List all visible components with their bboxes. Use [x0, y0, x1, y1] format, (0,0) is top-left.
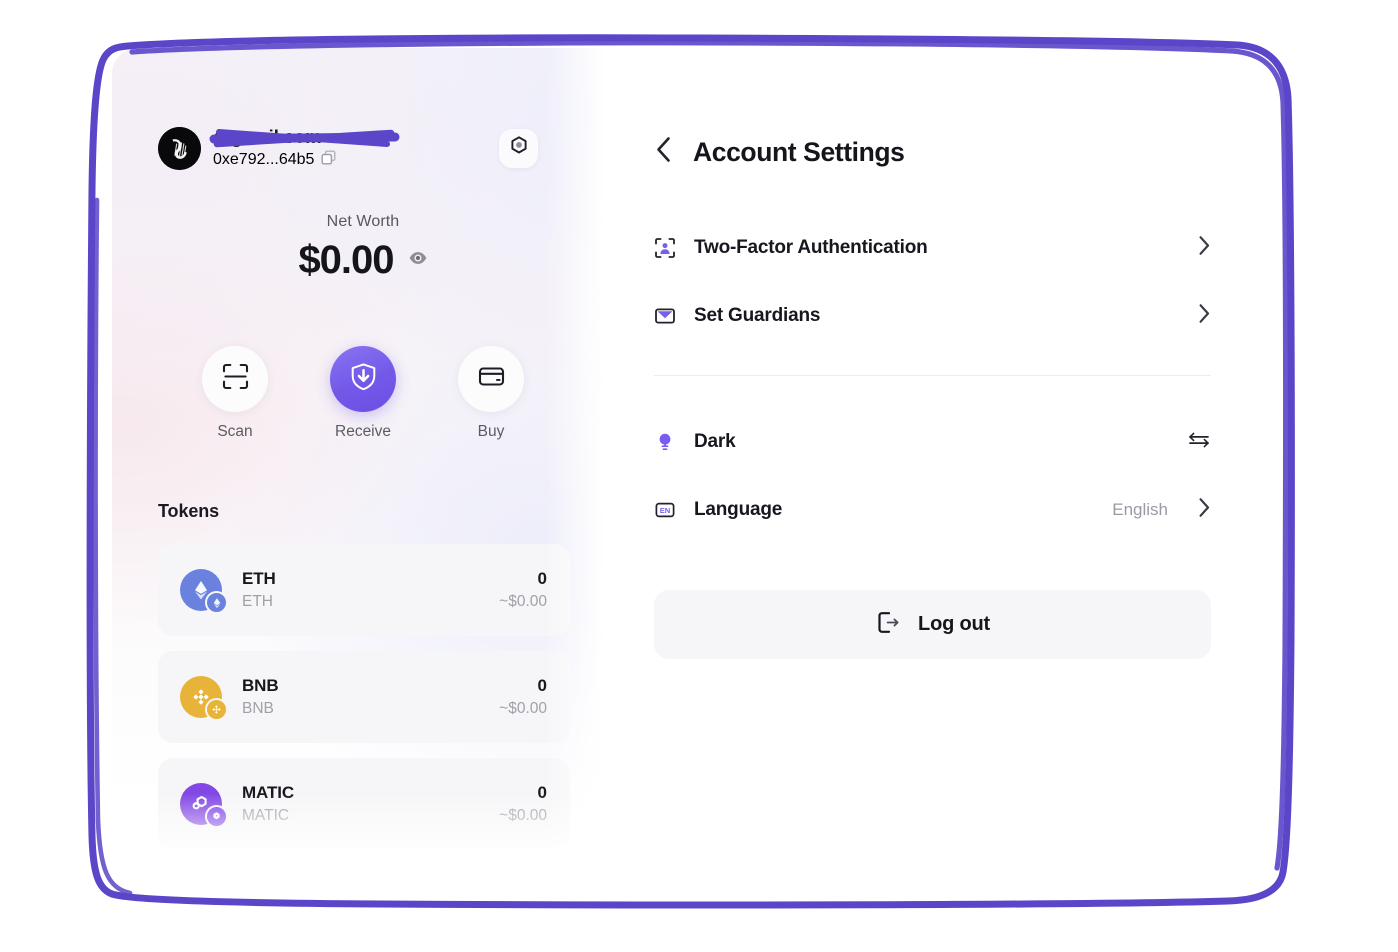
settings-row-label: Two-Factor Authentication [694, 237, 928, 258]
settings-row-label: Dark [694, 431, 736, 452]
credit-card-icon [477, 362, 506, 396]
swap-arrows-icon[interactable] [1187, 430, 1211, 455]
settings-divider [654, 375, 1211, 376]
settings-row-label: Set Guardians [694, 305, 821, 326]
settings-row-two-factor-authentication[interactable]: Two-Factor Authentication [654, 214, 1211, 282]
token-icon [180, 569, 228, 614]
token-row[interactable]: MATIC MATIC 0 ~$0.00 [158, 758, 570, 850]
token-values: 0 ~$0.00 [499, 783, 547, 825]
settings-row-label: Language [694, 499, 783, 520]
chevron-right-icon[interactable] [1198, 497, 1211, 523]
envelope-guardian-icon [654, 305, 676, 327]
settings-row-language[interactable]: EN Language English [654, 476, 1211, 544]
account-address: 0xe792...64b5 [213, 151, 315, 169]
settings-header: Account Settings [654, 136, 1211, 168]
token-text: BNB BNB [242, 676, 499, 718]
avatar[interactable] [158, 126, 201, 170]
token-text: ETH ETH [242, 569, 499, 611]
net-worth-row: $0.00 [112, 238, 614, 283]
settings-group-security: Two-Factor Authentication Set Guardians [654, 214, 1211, 350]
token-values: 0 ~$0.00 [499, 676, 547, 718]
account-address-row[interactable]: 0xe792...64b5 [213, 150, 336, 170]
quick-actions: Scan Receive Buy [112, 346, 614, 441]
action-label: Receive [335, 423, 391, 440]
chevron-left-icon[interactable] [654, 136, 673, 168]
wallet-panel: @gmail.com 0xe792...64b5 Net Worth $0.00… [112, 48, 614, 858]
screenshot-root: @gmail.com 0xe792...64b5 Net Worth $0.00… [0, 0, 1398, 952]
token-name: ETH [242, 593, 273, 610]
receive-button[interactable] [330, 346, 396, 412]
logout-label: Log out [918, 613, 990, 635]
net-worth-value: $0.00 [298, 238, 394, 282]
logout-icon [875, 609, 902, 641]
lightbulb-icon [654, 431, 676, 453]
action-label: Buy [477, 423, 505, 440]
account-header: @gmail.com 0xe792...64b5 [158, 121, 570, 175]
account-settings-panel: Account Settings Two-Factor Authenticati… [614, 48, 1287, 900]
token-name: BNB [242, 700, 274, 717]
token-symbol: MATIC [242, 783, 295, 802]
page-title: Account Settings [693, 136, 905, 167]
scan-button[interactable] [202, 346, 268, 412]
token-name: MATIC [242, 807, 290, 824]
account-email: @gmail.com [213, 125, 322, 147]
buy-button[interactable] [458, 346, 524, 412]
copy-icon[interactable] [321, 150, 336, 170]
token-icon [180, 783, 228, 828]
app-window: @gmail.com 0xe792...64b5 Net Worth $0.00… [112, 48, 1287, 900]
settings-group-preferences: Dark EN Language English [654, 408, 1211, 544]
action-label: Scan [217, 423, 253, 440]
chevron-right-icon[interactable] [1198, 303, 1211, 329]
receive-download-shield-icon [348, 361, 379, 397]
chevron-right-icon[interactable] [1198, 235, 1211, 261]
binance-chain-badge-icon [205, 698, 228, 721]
two-factor-person-frame-icon [654, 237, 676, 259]
net-worth-block: Net Worth $0.00 [112, 213, 614, 283]
polygon-chain-badge-icon [205, 805, 228, 828]
token-fiat-value: ~$0.00 [499, 700, 547, 717]
token-row[interactable]: BNB BNB 0 ~$0.00 [158, 651, 570, 743]
tokens-section-title: Tokens [158, 501, 220, 521]
wallet-settings-button[interactable] [499, 129, 538, 168]
eye-icon[interactable] [408, 248, 428, 273]
scan-qr-icon [221, 362, 250, 396]
token-amount: 0 [537, 783, 547, 802]
logout-button[interactable]: Log out [654, 590, 1211, 659]
token-symbol: ETH [242, 569, 276, 588]
action-scan[interactable]: Scan [197, 346, 273, 441]
hexagon-nut-icon [508, 135, 530, 162]
token-values: 0 ~$0.00 [499, 569, 547, 611]
token-row[interactable]: ETH ETH 0 ~$0.00 [158, 544, 570, 636]
settings-row-set-guardians[interactable]: Set Guardians [654, 282, 1211, 350]
net-worth-label: Net Worth [326, 213, 400, 230]
ethereum-chain-badge-icon [205, 591, 228, 614]
settings-row-value: English [1112, 500, 1168, 519]
action-buy[interactable]: Buy [453, 346, 529, 441]
svg-text:EN: EN [660, 506, 671, 515]
language-en-icon: EN [654, 499, 676, 521]
token-amount: 0 [537, 569, 547, 588]
account-identity: @gmail.com 0xe792...64b5 [209, 125, 400, 170]
tokens-list: ETH ETH 0 ~$0.00 BNB BNB 0 ~$0.00 MATIC … [158, 544, 570, 850]
token-symbol: BNB [242, 676, 279, 695]
action-receive[interactable]: Receive [325, 346, 401, 441]
settings-row-theme[interactable]: Dark [654, 408, 1211, 476]
token-text: MATIC MATIC [242, 783, 499, 825]
token-icon [180, 676, 228, 721]
token-fiat-value: ~$0.00 [499, 807, 547, 824]
token-amount: 0 [537, 676, 547, 695]
token-fiat-value: ~$0.00 [499, 593, 547, 610]
